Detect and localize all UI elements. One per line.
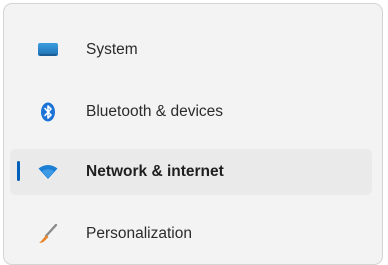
sidebar-item-label: Network & internet [86, 163, 224, 180]
wifi-icon [38, 165, 58, 179]
sidebar-item-label: Bluetooth & devices [86, 103, 224, 120]
sidebar-item-label: Personalization [86, 225, 192, 242]
sidebar-item-bluetooth[interactable]: Bluetooth & devices [10, 89, 372, 135]
settings-sidebar: System Bluetooth & devices Network & int… [3, 3, 383, 265]
paintbrush-icon [39, 223, 58, 243]
sidebar-item-system[interactable]: System [10, 27, 372, 73]
selected-indicator [17, 161, 20, 181]
sidebar-item-network[interactable]: Network & internet [10, 149, 372, 195]
sidebar-item-personalization[interactable]: Personalization [10, 211, 372, 257]
bluetooth-icon [41, 102, 55, 122]
monitor-icon [38, 43, 58, 56]
sidebar-item-label: System [86, 41, 138, 58]
